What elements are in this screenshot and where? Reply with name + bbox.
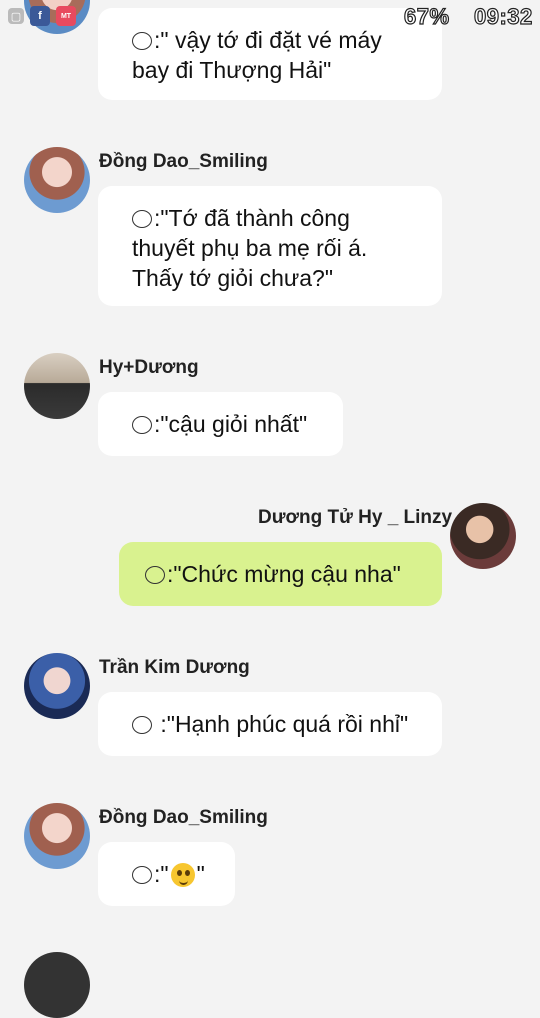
notification-icons: ▢ f MT	[8, 6, 76, 26]
mangatoon-icon: MT	[56, 6, 76, 26]
avatar[interactable]	[24, 147, 90, 213]
message-text: :"cậu giỏi nhất"	[154, 411, 308, 437]
speech-bubble-icon	[132, 210, 152, 228]
avatar[interactable]	[450, 503, 516, 569]
winking-face-emoji	[170, 863, 195, 887]
message-bubble[interactable]: :"Chức mừng cậu nha"	[119, 542, 442, 606]
battery-level: 67%	[403, 3, 450, 29]
message-text: "	[196, 861, 205, 887]
facebook-icon: f	[30, 6, 50, 26]
speech-bubble-icon	[132, 866, 152, 884]
message-bubble[interactable]: :"Tớ đã thành công thuyết phụ ba mẹ rối …	[98, 186, 442, 306]
sender-name: Đồng Dao_Smiling	[99, 151, 268, 172]
sender-name: Hy+Dương	[99, 357, 199, 378]
speech-bubble-icon	[145, 566, 165, 584]
avatar[interactable]	[24, 952, 90, 1018]
sender-name: Dương Tử Hy _ Linzy	[258, 507, 453, 528]
message-bubble[interactable]: :"Hạnh phúc quá rồi nhỉ"	[98, 692, 442, 756]
sender-name: Trần Kim Dương	[99, 657, 250, 678]
sender-name: Đồng Dao_Smiling	[99, 807, 268, 828]
clock: 09:32	[473, 3, 533, 29]
avatar[interactable]	[24, 353, 90, 419]
avatar[interactable]	[24, 803, 90, 869]
message-bubble[interactable]: :" "	[98, 842, 235, 906]
message-bubble[interactable]: :"cậu giỏi nhất"	[98, 392, 343, 456]
message-text: :"Tớ đã thành công thuyết phụ ba mẹ rối …	[132, 205, 368, 291]
speech-bubble-icon	[132, 716, 152, 734]
message-text: :"	[154, 861, 169, 887]
image-icon: ▢	[8, 8, 24, 24]
message-text: :"Hạnh phúc quá rồi nhỉ"	[154, 711, 409, 737]
avatar[interactable]	[24, 653, 90, 719]
status-bar: ▢ f MT 67% 09:32	[0, 0, 540, 36]
speech-bubble-icon	[132, 416, 152, 434]
message-text: :"Chức mừng cậu nha"	[167, 561, 401, 587]
